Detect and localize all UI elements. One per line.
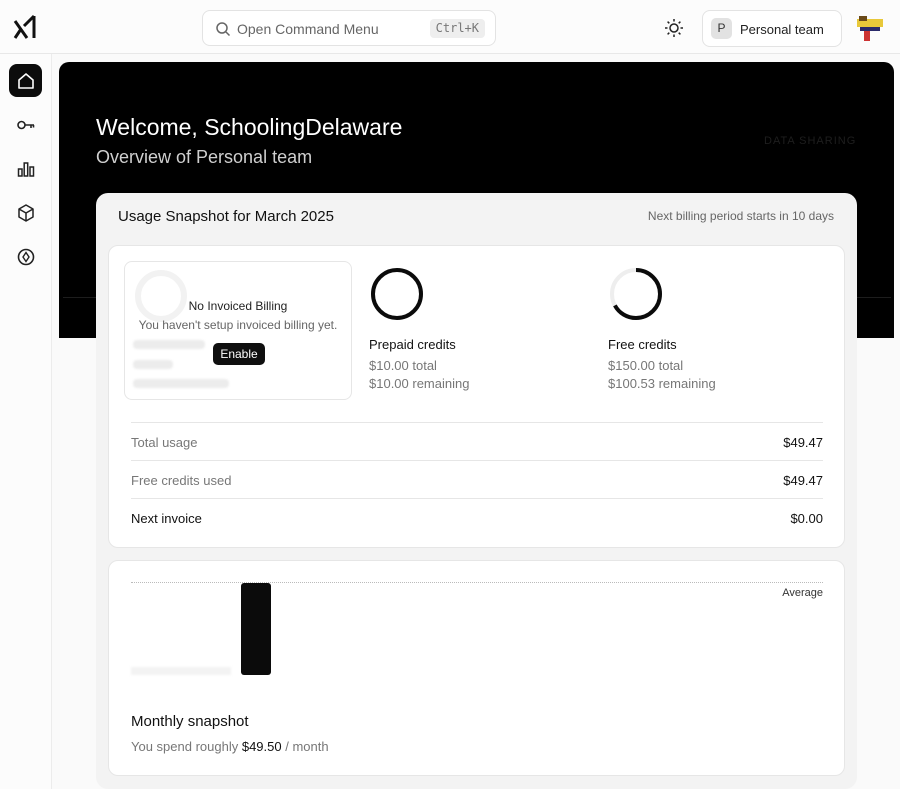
cube-icon	[17, 203, 34, 222]
prepaid-credits-total: $10.00 total	[369, 358, 437, 373]
next-billing-text: Next billing period starts in 10 days	[647, 209, 834, 223]
user-avatar[interactable]	[854, 13, 886, 43]
sidebar-item-models[interactable]	[9, 196, 42, 229]
usage-summary-rows: Total usage $49.47 Free credits used $49…	[131, 422, 823, 536]
total-usage-label: Total usage	[131, 435, 198, 450]
sidebar-item-api-keys[interactable]	[9, 108, 42, 141]
usage-title: Usage Snapshot for March 2025	[118, 208, 334, 225]
monthly-spend-summary: You spend roughly $49.50 / month	[131, 739, 329, 754]
prepaid-credits-ring	[371, 268, 423, 320]
table-row: Next invoice $0.00	[131, 498, 823, 536]
team-overview-subtitle: Overview of Personal team	[96, 147, 313, 167]
spend-suffix: / month	[281, 739, 329, 754]
command-menu-placeholder: Open Command Menu	[237, 21, 379, 37]
sidebar-item-billing[interactable]	[9, 240, 42, 273]
key-icon	[16, 120, 34, 129]
total-usage-value: $49.47	[783, 435, 823, 450]
monthly-spend-bar[interactable]	[241, 583, 271, 675]
free-credits-remaining: $100.53 remaining	[608, 376, 716, 391]
sun-icon[interactable]	[664, 18, 684, 38]
placeholder-ring	[135, 270, 187, 322]
monthly-snapshot-panel: Average Monthly snapshot You spend rough…	[108, 560, 845, 776]
average-label: Average	[782, 587, 823, 599]
placeholder-line	[133, 379, 229, 388]
free-credits-ring	[610, 268, 662, 320]
spend-amount: $49.50	[241, 739, 282, 754]
search-icon	[216, 22, 231, 37]
free-credits-used-label: Free credits used	[131, 473, 232, 488]
team-avatar: P	[711, 18, 732, 39]
prepaid-credits-label: Prepaid credits	[369, 337, 456, 352]
welcome-heading: Welcome, SchoolingDelaware	[96, 114, 403, 140]
home-icon	[17, 72, 34, 89]
credits-panel: No Invoiced Billing You haven't setup in…	[108, 245, 845, 548]
command-menu[interactable]: Open Command Menu Ctrl+K	[202, 10, 496, 46]
team-switcher-button[interactable]: P Personal team	[702, 10, 842, 47]
team-label: Personal team	[740, 22, 824, 37]
free-credits-total: $150.00 total	[608, 358, 684, 373]
placeholder-line	[133, 360, 173, 369]
shortcut-badge: Ctrl+K	[429, 19, 485, 38]
placeholder-line	[133, 340, 205, 349]
placeholder-axis	[131, 667, 231, 675]
sidebar-item-usage[interactable]	[9, 152, 42, 185]
spend-prefix: You spend roughly	[131, 739, 242, 754]
free-credits-used-value: $49.47	[783, 473, 823, 488]
compass-icon	[17, 248, 34, 265]
invoiced-billing-subtitle: You haven't setup invoiced billing yet.	[138, 318, 338, 332]
bar-chart-icon	[17, 161, 34, 177]
sidebar	[0, 54, 52, 789]
table-row: Free credits used $49.47	[131, 460, 823, 498]
top-bar: Open Command Menu Ctrl+K P Personal team	[0, 0, 900, 54]
invoiced-billing-title: No Invoiced Billing	[188, 299, 288, 313]
faint-section-label: DATA SHARING	[764, 135, 857, 147]
prepaid-credits: Prepaid credits $10.00 total $10.00 rema…	[369, 266, 569, 391]
xai-logo-icon[interactable]	[13, 14, 39, 40]
next-invoice-value: $0.00	[790, 511, 823, 526]
prepaid-credits-remaining: $10.00 remaining	[369, 376, 470, 391]
average-line	[131, 582, 823, 583]
invoiced-billing-card: No Invoiced Billing You haven't setup in…	[124, 261, 352, 400]
table-row: Total usage $49.47	[131, 422, 823, 460]
free-credits: Free credits $150.00 total $100.53 remai…	[608, 266, 808, 391]
free-credits-label: Free credits	[608, 337, 677, 352]
monthly-snapshot-title: Monthly snapshot	[131, 713, 249, 730]
usage-snapshot-card: Usage Snapshot for March 2025 Next billi…	[96, 193, 857, 789]
enable-invoiced-billing-button[interactable]: Enable	[213, 343, 265, 365]
sidebar-item-home[interactable]	[9, 64, 42, 97]
next-invoice-label: Next invoice	[131, 511, 202, 526]
